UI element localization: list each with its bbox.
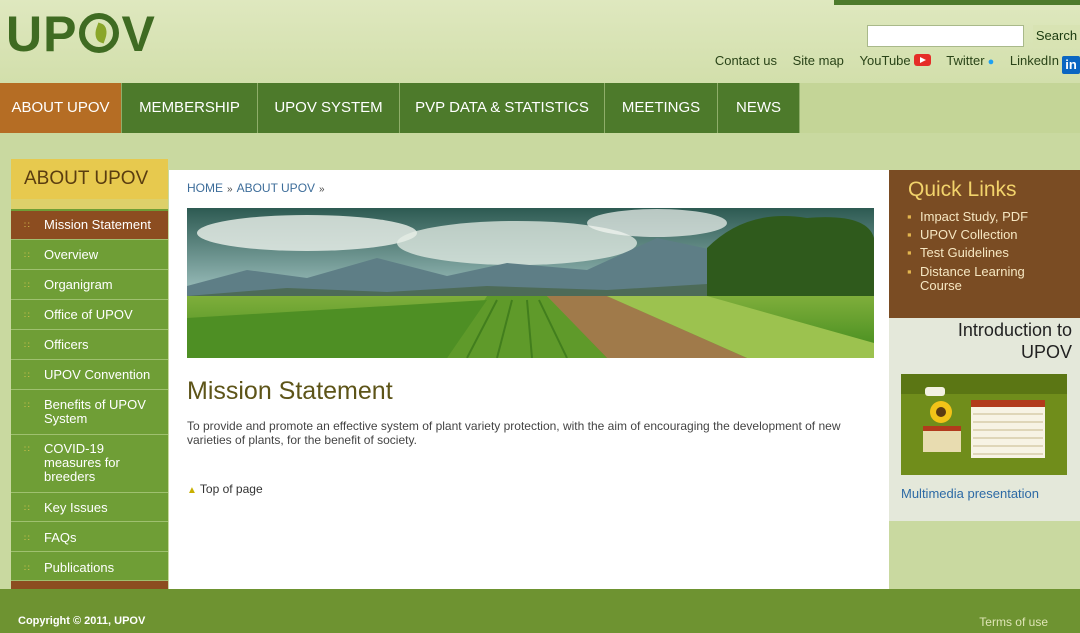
bullet-icon: ∷	[24, 340, 30, 350]
bullet-icon: ∷	[24, 563, 30, 573]
nav-news[interactable]: NEWS	[718, 83, 800, 133]
youtube-link[interactable]: YouTube	[860, 53, 931, 68]
quick-link-distance-learning[interactable]: ▪ Distance Learning Course	[907, 264, 1070, 293]
introduction-panel: Introduction to UPOV Multimedia presenta…	[889, 318, 1080, 521]
quick-links-title: Quick Links	[908, 178, 1017, 201]
bullet-icon: ▪	[907, 245, 912, 260]
presentation-preview-image	[901, 374, 1067, 475]
sidebar-item-officers[interactable]: ∷ Officers	[11, 331, 168, 360]
site-header: UP V Search Contact us Site map YouTube T…	[0, 0, 1080, 83]
quick-links-panel: Quick Links ▪ Impact Study, PDF ▪ UPOV Col…	[889, 170, 1080, 318]
top-of-page-link[interactable]: ▲ Top of page	[187, 482, 263, 496]
sidebar-item-office-of-upov[interactable]: ∷ Office of UPOV	[11, 301, 168, 330]
bullet-icon: ▪	[907, 227, 912, 242]
sidebar-item-key-issues[interactable]: ∷ Key Issues	[11, 493, 168, 522]
bullet-icon: ∷	[24, 400, 30, 410]
sidebar-bottom-strip	[11, 581, 168, 589]
sidebar-item-label[interactable]: Benefits of UPOV System	[44, 397, 146, 426]
twitter-link[interactable]: Twitter ●	[946, 53, 994, 68]
breadcrumb-about-upov[interactable]: ABOUT UPOV	[237, 181, 315, 195]
nav-about-upov[interactable]: ABOUT UPOV	[0, 83, 122, 133]
bullet-icon: ▪	[907, 264, 912, 279]
nav-upov-system[interactable]: UPOV SYSTEM	[258, 83, 400, 133]
quick-link-test-guidelines[interactable]: ▪ Test Guidelines	[907, 245, 1070, 260]
hero-landscape-image	[187, 208, 874, 358]
sidebar-item-upov-convention[interactable]: ∷ UPOV Convention	[11, 361, 168, 390]
bullet-icon: ∷	[24, 533, 30, 543]
utility-links: Contact us Site map YouTube Twitter ● Lin…	[703, 53, 1080, 74]
sidebar-item-covid-19-measures[interactable]: ∷ COVID-19 measures for breeders	[11, 436, 168, 493]
sidebar-item-label[interactable]: UPOV Convention	[44, 367, 150, 382]
youtube-icon[interactable]	[913, 54, 931, 66]
upov-logo[interactable]: UP V	[6, 8, 156, 60]
multimedia-presentation-link[interactable]: Multimedia presentation	[901, 486, 1039, 501]
twitter-icon[interactable]: ●	[988, 56, 995, 68]
quick-link-label[interactable]: UPOV Collection	[920, 227, 1018, 242]
sidebar-item-mission-statement[interactable]: ∷ Mission Statement	[11, 211, 168, 240]
breadcrumb-home[interactable]: HOME	[187, 181, 223, 195]
sidebar-item-publications[interactable]: ∷ Publications	[11, 553, 168, 581]
search-input[interactable]	[867, 25, 1024, 47]
bullet-icon: ∷	[24, 444, 30, 454]
linkedin-link-label[interactable]: LinkedIn	[1010, 53, 1059, 68]
sidebar-item-organigram[interactable]: ∷ Organigram	[11, 271, 168, 300]
main-navigation: ABOUT UPOV MEMBERSHIP UPOV SYSTEM PVP DA…	[0, 83, 1080, 133]
copyright-text: Copyright © 2011, UPOV	[18, 615, 146, 627]
quick-link-label[interactable]: Test Guidelines	[920, 245, 1009, 260]
nav-membership[interactable]: MEMBERSHIP	[122, 83, 258, 133]
breadcrumb-separator-icon: »	[319, 184, 325, 195]
multimedia-thumbnail[interactable]	[901, 374, 1067, 475]
site-footer: Copyright © 2011, UPOV Terms of use	[0, 589, 1080, 633]
bullet-icon: ∷	[24, 310, 30, 320]
sidebar-heading: ABOUT UPOV	[11, 159, 168, 209]
left-sidebar: ABOUT UPOV ∷ Mission Statement ∷ Overview …	[11, 159, 168, 589]
nav-meetings[interactable]: MEETINGS	[605, 83, 718, 133]
sidebar-item-label[interactable]: FAQs	[44, 530, 77, 545]
quick-link-label[interactable]: Impact Study, PDF	[920, 209, 1028, 224]
page-title: Mission Statement	[187, 377, 393, 405]
sidebar-item-label[interactable]: Office of UPOV	[44, 307, 133, 322]
bullet-icon: ∷	[24, 280, 30, 290]
quick-link-impact-study[interactable]: ▪ Impact Study, PDF	[907, 209, 1070, 224]
linkedin-link[interactable]: LinkedIn in	[1010, 53, 1080, 74]
main-content: HOME » ABOUT UPOV » Mission Statement To p…	[169, 170, 889, 589]
sidebar-item-label[interactable]: Organigram	[44, 277, 113, 292]
sidebar-item-label[interactable]: Overview	[44, 247, 98, 262]
mission-statement-text: To provide and promote an effective syst…	[187, 419, 841, 447]
introduction-title: Introduction to UPOV	[957, 320, 1072, 362]
bullet-icon: ▪	[907, 209, 912, 224]
sidebar-item-overview[interactable]: ∷ Overview	[11, 241, 168, 270]
nav-pvp-data-statistics[interactable]: PVP DATA & STATISTICS	[400, 83, 605, 133]
search-button[interactable]: Search	[1033, 25, 1080, 47]
bullet-icon: ∷	[24, 250, 30, 260]
linkedin-icon[interactable]: in	[1062, 56, 1080, 74]
site-map-link[interactable]: Site map	[793, 53, 844, 68]
top-of-page-label[interactable]: Top of page	[200, 482, 263, 496]
sidebar-item-label[interactable]: Key Issues	[44, 500, 108, 515]
quick-link-label[interactable]: Distance Learning Course	[920, 264, 1025, 293]
bullet-icon: ∷	[24, 220, 30, 230]
terms-of-use-link[interactable]: Terms of use	[979, 615, 1048, 629]
bullet-icon: ∷	[24, 503, 30, 513]
leaf-logo-icon	[79, 13, 120, 53]
sidebar-item-label[interactable]: COVID-19 measures for breeders	[44, 441, 120, 484]
top-accent-strip	[834, 0, 1080, 5]
landscape-illustration	[187, 208, 874, 358]
youtube-link-label[interactable]: YouTube	[860, 53, 911, 68]
sidebar-item-label[interactable]: Officers	[44, 337, 89, 352]
arrow-up-icon[interactable]: ▲	[187, 485, 197, 496]
twitter-link-label[interactable]: Twitter	[946, 53, 984, 68]
quick-link-upov-collection[interactable]: ▪ UPOV Collection	[907, 227, 1070, 242]
sidebar-item-faqs[interactable]: ∷ FAQs	[11, 523, 168, 552]
sidebar-item-label[interactable]: Mission Statement	[44, 217, 151, 232]
breadcrumb-separator-icon: »	[227, 184, 233, 195]
contact-us-link[interactable]: Contact us	[715, 53, 777, 68]
sidebar-item-benefits-of-upov-system[interactable]: ∷ Benefits of UPOV System	[11, 391, 168, 435]
breadcrumb: HOME » ABOUT UPOV »	[187, 181, 329, 195]
sidebar-item-label[interactable]: Publications	[44, 560, 114, 575]
bullet-icon: ∷	[24, 370, 30, 380]
